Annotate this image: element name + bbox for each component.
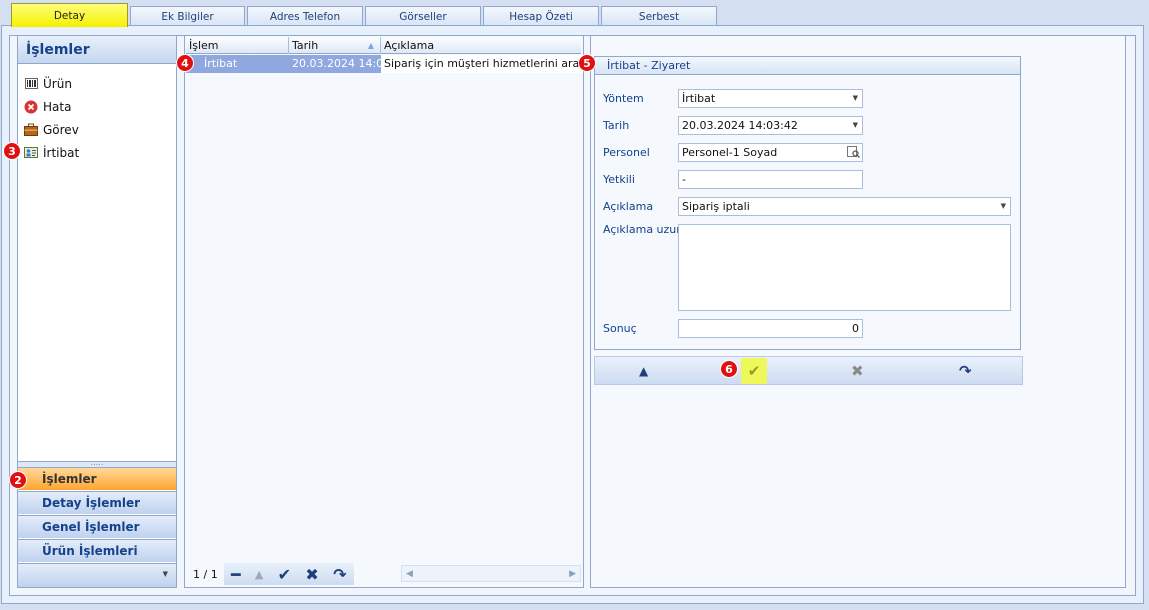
nav-title: İşlemler: [18, 36, 176, 64]
nav-item-label: Hata: [43, 99, 72, 114]
tab-bar: Detay Ek Bilgiler Adres Telefon Görselle…: [0, 0, 1149, 27]
annotation-badge: 3: [3, 142, 21, 160]
contact-icon: [24, 146, 38, 160]
tab-ek-bilgiler[interactable]: Ek Bilgiler: [130, 6, 245, 26]
pager-text: 1 / 1: [193, 567, 218, 581]
chevron-down-icon: ▼: [852, 121, 858, 129]
tab-serbest[interactable]: Serbest: [601, 6, 717, 26]
save-check-button[interactable]: ✔: [741, 358, 767, 384]
sonuc-input[interactable]: 0: [678, 319, 863, 338]
detail-panel: İrtibat - Ziyaret Yöntem İrtibat ▼ Tarih…: [590, 35, 1126, 588]
personel-value: Personel-1 Soyad: [682, 146, 778, 159]
chevron-down-icon: ▼: [162, 570, 168, 578]
tab-detay[interactable]: Detay: [11, 3, 128, 27]
nav-group-overflow-button[interactable]: ▼: [18, 563, 176, 587]
error-icon: [24, 100, 38, 114]
redo-button[interactable]: ↷: [959, 362, 972, 380]
chevron-down-icon: ▼: [852, 94, 858, 102]
aciklama-combobox[interactable]: Sipariş iptali ▼: [678, 197, 1011, 216]
aciklama-value: Sipariş iptali: [682, 200, 750, 213]
grid-navigator: ━ ▲ ✔ ✖ ↷: [223, 563, 354, 585]
cell-tarih: 20.03.2024 14:03:: [289, 55, 381, 73]
check-icon[interactable]: ✔: [278, 565, 291, 584]
cell-islem: İrtibat: [186, 55, 289, 73]
column-header-tarih[interactable]: Tarih ▲: [289, 37, 381, 54]
aciklama-uzun-textarea[interactable]: [678, 224, 1011, 311]
tab-gorseller[interactable]: Görseller: [365, 6, 481, 26]
nav-item-label: Ürün: [43, 76, 72, 91]
aciklama-uzun-label: Açıklama uzun: [603, 223, 684, 236]
annotation-badge: 4: [176, 54, 194, 72]
tarih-label: Tarih: [603, 119, 630, 132]
nav-group-islemler[interactable]: İşlemler: [18, 467, 176, 490]
barcode-icon: [24, 77, 38, 91]
nav-item-urun[interactable]: Ürün: [18, 72, 176, 95]
briefcase-icon: [24, 123, 38, 137]
cancel-icon[interactable]: ✖: [305, 565, 318, 584]
tab-hesap-ozeti[interactable]: Hesap Özeti: [483, 6, 599, 26]
lookup-icon[interactable]: [847, 145, 860, 164]
annotation-badge: 6: [720, 360, 738, 378]
personel-label: Personel: [603, 146, 650, 159]
sort-ascending-icon: ▲: [367, 41, 374, 50]
column-header-islem[interactable]: İşlem: [186, 37, 289, 54]
yetkili-input[interactable]: -: [678, 170, 863, 189]
navigation-panel: İşlemler Ürün Hata Görev İrtibat ..... İ…: [17, 35, 177, 588]
nav-item-irtibat[interactable]: İrtibat: [18, 141, 176, 164]
column-header-aciklama[interactable]: Açıklama: [381, 37, 581, 54]
move-up-icon[interactable]: ▲: [255, 568, 263, 581]
grid-footer: 1 / 1 ━ ▲ ✔ ✖ ↷ ◀ ▶: [186, 561, 582, 587]
contact-visit-group: İrtibat - Ziyaret Yöntem İrtibat ▼ Tarih…: [594, 56, 1021, 350]
personel-lookup[interactable]: Personel-1 Soyad: [678, 143, 863, 162]
form-action-bar: ▲ ✔ ✖ ↷: [594, 356, 1023, 385]
aciklama-label: Açıklama: [603, 200, 654, 213]
yontem-label: Yöntem: [603, 92, 644, 105]
table-row[interactable]: İrtibat 20.03.2024 14:03: Sipariş için m…: [186, 55, 581, 73]
column-header-label: Tarih: [292, 39, 319, 52]
nav-item-gorev[interactable]: Görev: [18, 118, 176, 141]
nav-item-label: İrtibat: [43, 145, 80, 160]
refresh-icon[interactable]: ↷: [333, 565, 346, 584]
tab-adres-telefon[interactable]: Adres Telefon: [247, 6, 363, 26]
annotation-badge: 5: [578, 54, 596, 72]
yontem-select[interactable]: İrtibat ▼: [678, 89, 863, 108]
nav-item-hata[interactable]: Hata: [18, 95, 176, 118]
yontem-value: İrtibat: [682, 92, 716, 105]
scroll-left-icon[interactable]: ◀: [406, 569, 413, 579]
nav-group-urun-islemleri[interactable]: Ürün İşlemleri: [18, 539, 176, 562]
nav-group-genel-islemler[interactable]: Genel İşlemler: [18, 515, 176, 538]
tarih-datepicker[interactable]: 20.03.2024 14:03:42 ▼: [678, 116, 863, 135]
tarih-value: 20.03.2024 14:03:42: [682, 119, 798, 132]
delete-record-icon[interactable]: ━: [231, 565, 241, 584]
move-up-button[interactable]: ▲: [639, 364, 648, 378]
scroll-right-icon[interactable]: ▶: [569, 569, 576, 579]
chevron-down-icon: ▼: [1000, 202, 1006, 210]
nav-item-label: Görev: [43, 122, 79, 137]
group-title: İrtibat - Ziyaret: [595, 57, 1020, 75]
cancel-button[interactable]: ✖: [851, 362, 864, 380]
yetkili-label: Yetkili: [603, 173, 635, 186]
nav-group-detay-islemler[interactable]: Detay İşlemler: [18, 491, 176, 514]
cell-aciklama: Sipariş için müşteri hizmetlerini aradı.: [381, 55, 581, 73]
sonuc-label: Sonuç: [603, 322, 637, 335]
horizontal-scrollbar[interactable]: ◀ ▶: [401, 565, 581, 582]
operations-grid: İşlem Tarih ▲ Açıklama İrtibat 20.03.202…: [184, 35, 584, 588]
annotation-badge: 2: [9, 471, 27, 489]
grid-header: İşlem Tarih ▲ Açıklama: [186, 37, 581, 54]
cell-text: İrtibat: [204, 57, 238, 70]
